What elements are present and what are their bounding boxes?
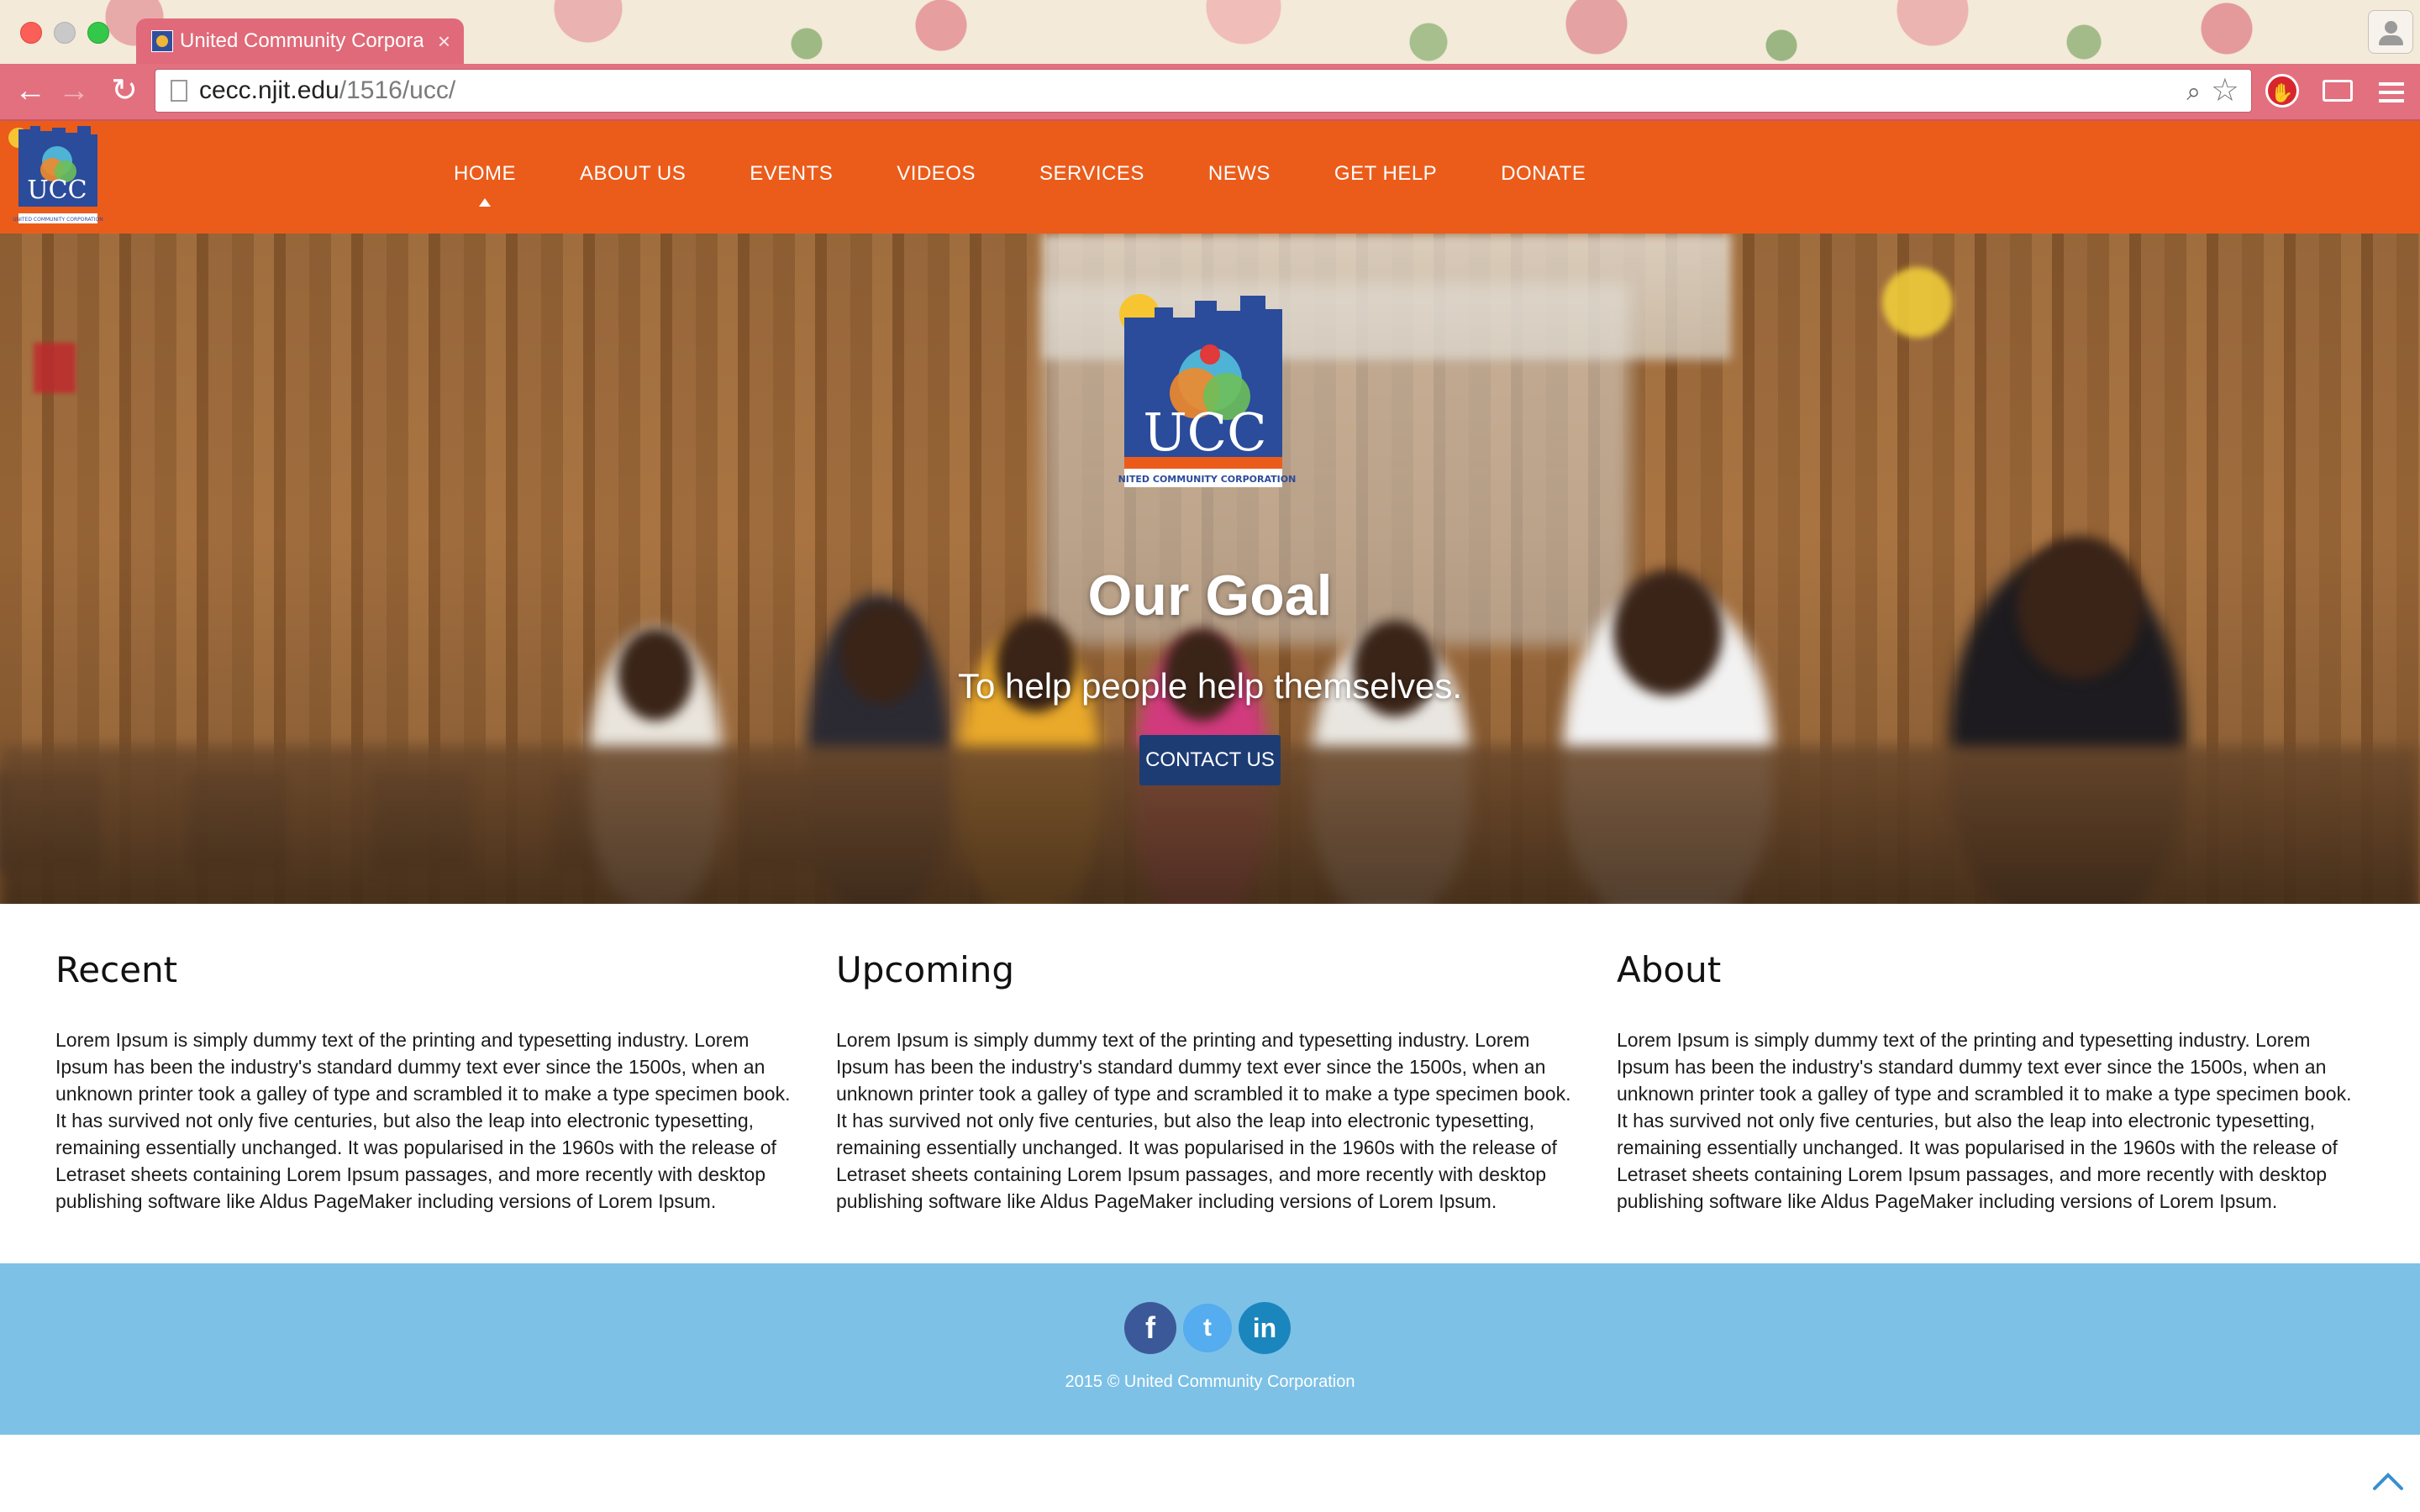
facebook-icon[interactable]: f	[1124, 1302, 1176, 1354]
window-zoom-button[interactable]	[87, 22, 109, 44]
hero-title: Our Goal	[1087, 564, 1333, 627]
column-heading: About	[1617, 949, 1722, 990]
browser-tab-strip: United Community Corporation ×	[0, 0, 2420, 64]
column-body: Lorem Ipsum is simply dummy text of the …	[1617, 1029, 2352, 1212]
column-heading: Recent	[55, 949, 178, 990]
contact-us-button[interactable]: CONTACT US	[1139, 735, 1281, 785]
tab-close-icon[interactable]: ×	[438, 18, 450, 64]
reload-icon[interactable]: ↻	[104, 71, 145, 111]
nav-news[interactable]: NEWS	[1208, 121, 1270, 234]
svg-text:UNITED COMMUNITY CORPORATION: UNITED COMMUNITY CORPORATION	[1118, 474, 1296, 485]
hero-section: UCC UNITED COMMUNITY CORPORATION Our Goa…	[0, 234, 2420, 904]
address-bar[interactable]: cecc.njit.edu/1516/ucc/ ⌕ ☆	[155, 69, 2252, 113]
column-body: Lorem Ipsum is simply dummy text of the …	[55, 1029, 791, 1212]
nav-home[interactable]: HOME	[454, 121, 516, 234]
cast-icon[interactable]	[2317, 74, 2358, 108]
copyright-text: 2015 © United Community Corporation	[1065, 1373, 1355, 1391]
tab-title: United Community Corporation	[180, 29, 424, 52]
nav-services[interactable]: SERVICES	[1039, 121, 1144, 234]
browser-tab[interactable]: United Community Corporation ×	[136, 18, 464, 64]
forward-arrow-icon[interactable]: →	[54, 71, 94, 111]
hero-subtitle: To help people help themselves.	[957, 666, 1463, 706]
nav-about-us[interactable]: ABOUT US	[580, 121, 686, 234]
column-body: Lorem Ipsum is simply dummy text of the …	[836, 1029, 1571, 1212]
browser-toolbar: ← → ↻ cecc.njit.edu/1516/ucc/ ⌕ ☆ ✋	[0, 64, 2420, 121]
content-columns: Recent Lorem Ipsum is simply dummy text …	[55, 904, 2365, 1263]
hero-content: UCC UNITED COMMUNITY CORPORATION Our Goa…	[0, 234, 2420, 904]
page-icon	[171, 80, 187, 102]
favicon-icon	[151, 30, 173, 52]
svg-text:UCC: UCC	[27, 176, 87, 205]
search-icon[interactable]: ⌕	[2186, 78, 2201, 107]
url-host: cecc.njit.edu	[199, 76, 339, 104]
back-arrow-icon[interactable]: ←	[10, 71, 50, 111]
back-to-top-icon[interactable]	[2371, 1463, 2405, 1497]
hero-logo: UCC UNITED COMMUNITY CORPORATION	[1118, 294, 1296, 487]
nav-get-help[interactable]: GET HELP	[1334, 121, 1437, 234]
social-links: f t in	[1124, 1302, 1297, 1354]
linkedin-icon[interactable]: in	[1239, 1302, 1291, 1354]
window-minimize-button[interactable]	[54, 22, 76, 44]
adblock-icon[interactable]: ✋	[2265, 74, 2299, 108]
nav-events[interactable]: EVENTS	[750, 121, 833, 234]
star-icon[interactable]: ☆	[2211, 71, 2239, 109]
main-nav: HOME ABOUT US EVENTS VIDEOS SERVICES NEW…	[454, 121, 1649, 234]
nav-videos[interactable]: VIDEOS	[897, 121, 976, 234]
menu-icon[interactable]	[2375, 74, 2408, 108]
url-text[interactable]: cecc.njit.edu/1516/ucc/	[199, 70, 455, 112]
column-heading: Upcoming	[836, 949, 1015, 990]
site-logo[interactable]: UCC UNITED COMMUNITY CORPORATION	[7, 126, 104, 225]
svg-text:UCC: UCC	[1143, 402, 1266, 463]
nav-donate[interactable]: DONATE	[1501, 121, 1586, 234]
url-path: /1516/ucc/	[339, 76, 456, 104]
site-footer: f t in 2015 © United Community Corporati…	[0, 1263, 2420, 1435]
svg-text:UNITED COMMUNITY CORPORATION: UNITED COMMUNITY CORPORATION	[13, 217, 103, 223]
window-close-button[interactable]	[20, 22, 42, 44]
twitter-icon[interactable]: t	[1183, 1304, 1232, 1352]
site-header: UCC UNITED COMMUNITY CORPORATION HOME AB…	[0, 121, 2420, 234]
profile-icon[interactable]	[2368, 10, 2413, 54]
